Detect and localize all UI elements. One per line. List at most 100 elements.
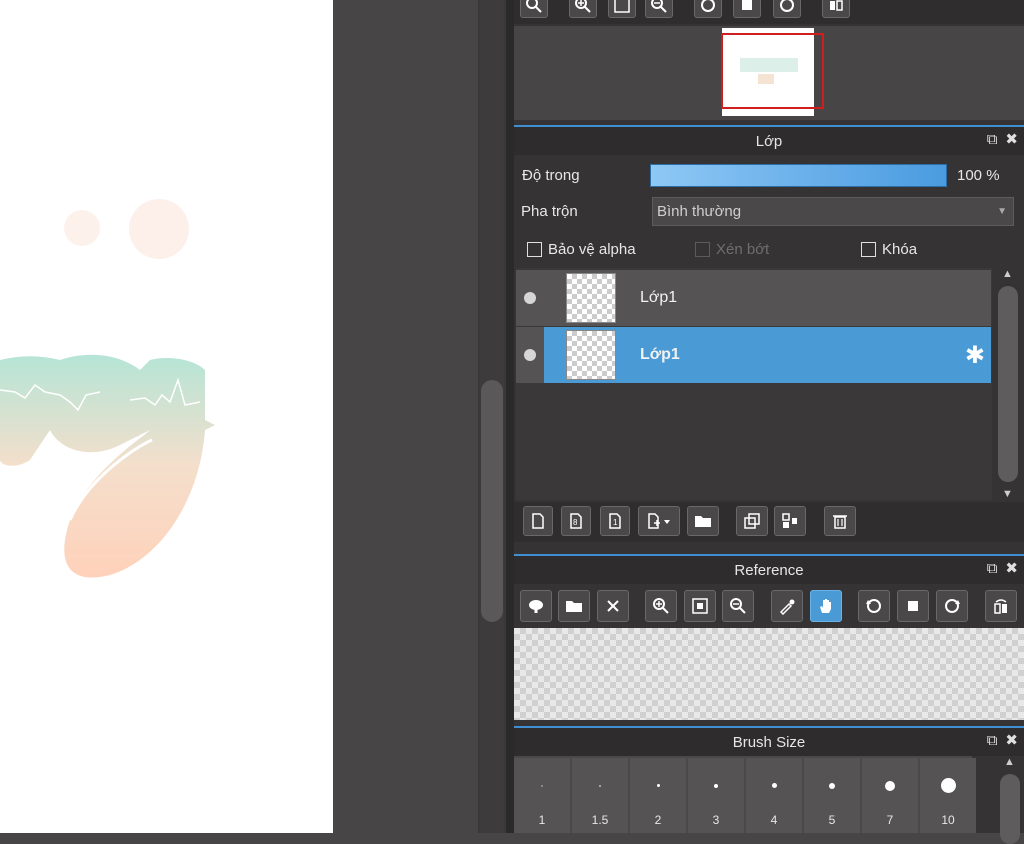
canvas-vertical-scrollbar[interactable] xyxy=(478,0,506,833)
popout-icon[interactable]: ⧉ xyxy=(987,132,998,148)
layer-name: Lớp1 xyxy=(640,346,680,363)
8bit-layer-icon: 8 xyxy=(570,513,582,529)
layer-name: Lớp1 xyxy=(640,289,678,306)
clipping-label: Xén bớt xyxy=(716,241,770,258)
ref-reset-button[interactable] xyxy=(897,590,929,622)
duplicate-layer-button[interactable] xyxy=(736,506,768,536)
eye-icon xyxy=(524,292,536,304)
ref-fit-button[interactable] xyxy=(684,590,716,622)
open-file-button[interactable] xyxy=(558,590,590,622)
layer-thumbnail xyxy=(566,273,616,323)
reset-rotation-button[interactable] xyxy=(733,0,761,18)
scroll-up-icon[interactable]: ▲ xyxy=(1002,268,1013,280)
close-icon[interactable]: ✖ xyxy=(1005,132,1018,148)
popout-icon[interactable]: ⧉ xyxy=(987,733,998,749)
delete-layer-button[interactable] xyxy=(824,506,856,536)
checkbox-box[interactable] xyxy=(527,242,542,257)
new-1bit-layer-button[interactable]: 1 xyxy=(600,506,630,536)
brush-dot xyxy=(829,783,835,789)
fit-window-icon xyxy=(692,598,708,614)
add-layer-dropdown-button[interactable] xyxy=(638,506,680,536)
brush-size-label: 2 xyxy=(654,813,662,827)
merge-icon xyxy=(782,513,797,528)
close-icon xyxy=(607,600,619,612)
zoom-in-button[interactable] xyxy=(520,0,548,18)
scrollbar-thumb[interactable] xyxy=(998,286,1018,482)
gear-icon[interactable]: ✱ xyxy=(965,341,985,370)
brush-size-cell[interactable]: 1 xyxy=(514,758,570,833)
scrollbar-thumb[interactable] xyxy=(481,380,503,622)
ref-flip-button[interactable] xyxy=(985,590,1017,622)
scroll-up-icon[interactable]: ▲ xyxy=(1004,756,1015,768)
brush-dot xyxy=(885,781,895,791)
rotate-left-button[interactable] xyxy=(694,0,722,18)
drawing-canvas[interactable] xyxy=(0,0,333,833)
popout-icon[interactable]: ⧉ xyxy=(987,561,998,577)
close-icon[interactable]: ✖ xyxy=(1005,561,1018,577)
close-icon[interactable]: ✖ xyxy=(1005,733,1018,749)
protect-alpha-label: Bảo vệ alpha xyxy=(548,241,636,258)
brush-size-scrollbar[interactable]: ▲ xyxy=(996,756,1024,844)
hand-tool-button[interactable] xyxy=(810,590,842,622)
lock-label: Khóa xyxy=(882,241,918,258)
brush-size-cell[interactable]: 4 xyxy=(746,758,802,833)
clipping-checkbox: Xén bớt xyxy=(695,241,769,258)
layer-row-selected[interactable]: Lớp1 ✱ xyxy=(516,327,991,383)
brush-size-panel-header: Brush Size ⧉ ✖ xyxy=(514,726,1024,756)
reference-panel-header: Reference ⧉ ✖ xyxy=(514,554,1024,584)
ref-rotate-left-button[interactable] xyxy=(858,590,890,622)
ref-zoom-out-button[interactable] xyxy=(722,590,754,622)
zoom-in-button-2[interactable] xyxy=(569,0,597,18)
eyedropper-icon xyxy=(779,599,795,615)
brush-size-cell[interactable]: 5 xyxy=(804,758,860,833)
eyedropper-button[interactable] xyxy=(771,590,803,622)
rotate-left-icon xyxy=(866,599,881,613)
eye-icon xyxy=(524,349,536,361)
scroll-down-icon[interactable]: ▼ xyxy=(1002,488,1013,500)
panel-splitter[interactable] xyxy=(506,0,514,833)
brush-size-cell[interactable]: 2 xyxy=(630,758,686,833)
layer-row[interactable]: Lớp1 xyxy=(516,270,991,326)
flip-horizontal-button[interactable] xyxy=(822,0,850,18)
navigator-view-frame[interactable] xyxy=(721,33,824,109)
brush-size-cell[interactable]: 1.5 xyxy=(572,758,628,833)
new-folder-button[interactable] xyxy=(687,506,719,536)
scrollbar-thumb[interactable] xyxy=(1000,774,1020,844)
layer-list-scrollbar[interactable]: ▲ ▼ xyxy=(994,268,1022,500)
zoom-out-icon xyxy=(730,598,746,614)
brush-dot xyxy=(771,783,777,788)
protect-alpha-checkbox[interactable]: Bảo vệ alpha xyxy=(527,241,636,258)
opacity-label: Độ trong xyxy=(522,167,580,184)
svg-text:1: 1 xyxy=(613,518,618,527)
brush-size-label: 1 xyxy=(538,813,546,827)
ref-rotate-right-button[interactable] xyxy=(936,590,968,622)
rotate-right-button[interactable] xyxy=(773,0,801,18)
upload-cloud-icon xyxy=(529,600,543,613)
brush-size-cell[interactable]: 3 xyxy=(688,758,744,833)
opacity-slider[interactable] xyxy=(650,164,947,187)
visibility-toggle[interactable] xyxy=(516,327,544,383)
load-reference-button[interactable] xyxy=(520,590,552,622)
canvas-artwork xyxy=(0,199,215,578)
zoom-in-icon xyxy=(653,598,669,614)
zoom-out-button[interactable] xyxy=(645,0,673,18)
reference-view[interactable] xyxy=(514,628,1024,720)
reset-rotation-icon xyxy=(742,0,752,10)
brush-size-cell[interactable]: 7 xyxy=(862,758,918,833)
brush-size-label: 7 xyxy=(886,813,894,827)
blend-mode-select[interactable]: Bình thường ▼ xyxy=(652,197,1014,226)
brush-dot xyxy=(940,778,956,793)
rotate-right-icon xyxy=(945,599,960,613)
fit-window-button[interactable] xyxy=(608,0,636,18)
new-8bit-layer-button[interactable]: 8 xyxy=(561,506,591,536)
lock-checkbox[interactable]: Khóa xyxy=(861,241,917,258)
ref-zoom-in-button[interactable] xyxy=(645,590,677,622)
checkbox-box[interactable] xyxy=(861,242,876,257)
visibility-toggle[interactable] xyxy=(516,270,544,326)
brush-size-label: 10 xyxy=(941,813,955,827)
merge-layer-button[interactable] xyxy=(774,506,806,536)
new-layer-button[interactable] xyxy=(523,506,553,536)
brush-size-cell[interactable]: 10 xyxy=(920,758,976,833)
close-reference-button[interactable] xyxy=(597,590,629,622)
rotate-left-icon xyxy=(701,0,715,12)
